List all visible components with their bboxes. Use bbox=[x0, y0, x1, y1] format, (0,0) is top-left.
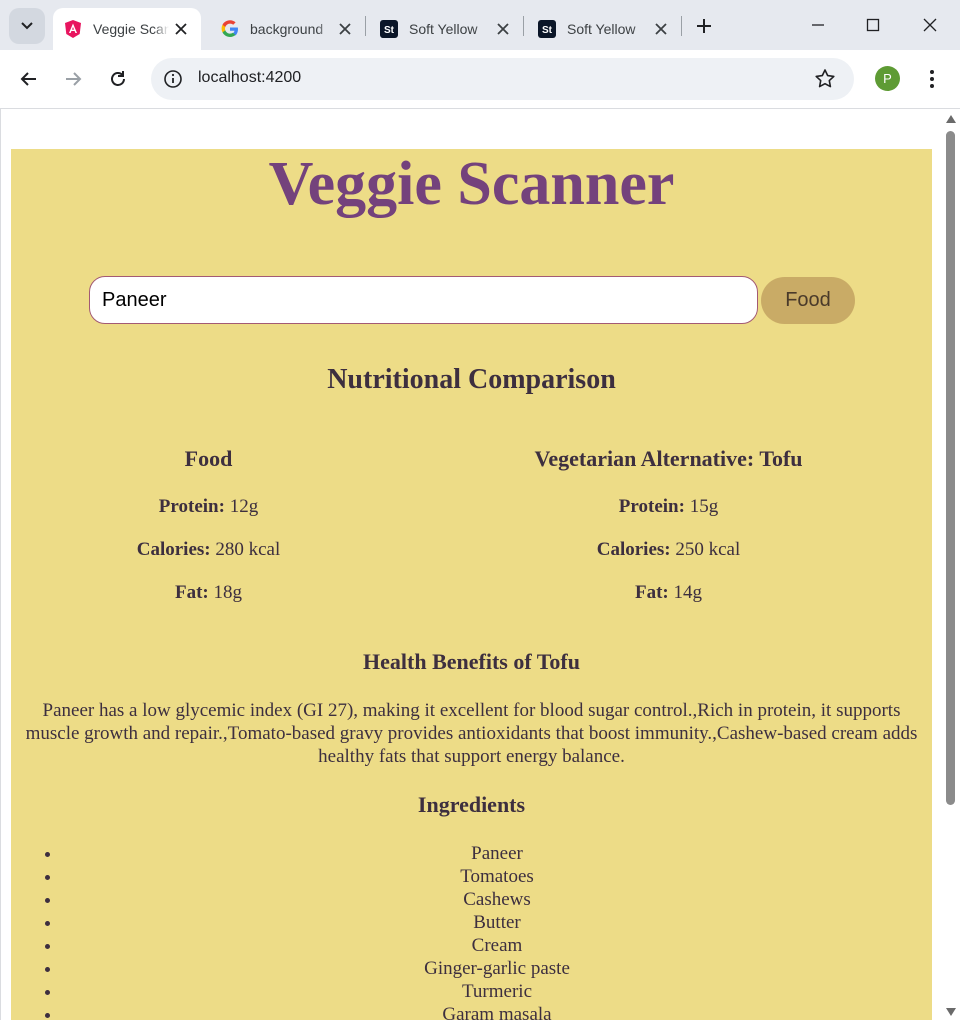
protein-label: Protein: bbox=[158, 496, 225, 517]
calories-label: Calories: bbox=[136, 539, 211, 560]
minimize-button[interactable] bbox=[790, 0, 846, 50]
google-icon bbox=[220, 19, 240, 39]
forward-button[interactable] bbox=[55, 61, 91, 97]
food-column: Food Protein: 12g Calories: 280 kcal Fat… bbox=[11, 446, 406, 606]
tab-title: Soft Yellow bbox=[409, 21, 478, 37]
benefits-text: Paneer has a low glycemic index (GI 27),… bbox=[25, 700, 918, 767]
tab-title: Veggie Scanner bbox=[93, 21, 169, 37]
st-glyph: St bbox=[384, 25, 395, 36]
url-text: localhost:4200 bbox=[198, 69, 302, 86]
plus-icon bbox=[697, 19, 711, 33]
fat-label: Fat: bbox=[174, 582, 209, 603]
tab-title: background bbox=[250, 21, 324, 37]
arrow-left-icon bbox=[20, 72, 36, 86]
fat-value: 18g bbox=[213, 582, 243, 603]
tab-search-button[interactable] bbox=[9, 8, 45, 44]
food-heading: Food bbox=[184, 446, 233, 471]
close-icon bbox=[923, 18, 937, 32]
food-fat: Fat: 18g bbox=[11, 582, 406, 604]
scroll-down-arrow-icon[interactable] bbox=[946, 1008, 956, 1016]
protein-label: Protein: bbox=[618, 496, 685, 517]
list-item: Garam masala bbox=[62, 1003, 932, 1020]
page-viewport: Veggie Scanner Paneer Food Nutritional C… bbox=[0, 109, 942, 1020]
more-vert-icon bbox=[930, 70, 934, 88]
tab-title: Soft Yellow bbox=[567, 21, 636, 37]
back-button[interactable] bbox=[11, 61, 47, 97]
st-icon: St bbox=[379, 19, 399, 39]
tab-soft-yellow-1[interactable]: St Soft Yellow bbox=[369, 8, 523, 50]
close-icon[interactable] bbox=[333, 17, 357, 41]
alternative-column: Vegetarian Alternative: Tofu Protein: 15… bbox=[471, 446, 866, 606]
star-icon[interactable] bbox=[814, 68, 836, 90]
chevron-down-icon bbox=[21, 22, 33, 30]
food-calories: Calories: 280 kcal bbox=[11, 539, 406, 561]
fat-value: 14g bbox=[673, 582, 703, 603]
reload-button[interactable] bbox=[100, 61, 136, 97]
tab-separator bbox=[365, 16, 366, 36]
list-item: Paneer bbox=[62, 842, 932, 865]
food-protein: Protein: 12g bbox=[11, 496, 406, 518]
vertical-scrollbar[interactable] bbox=[942, 109, 960, 1020]
profile-avatar[interactable]: P bbox=[875, 66, 900, 91]
close-icon[interactable] bbox=[491, 17, 515, 41]
calories-value: 280 kcal bbox=[215, 539, 281, 560]
alternative-fat: Fat: 14g bbox=[471, 582, 866, 604]
st-icon: St bbox=[537, 19, 557, 39]
list-item: Tomatoes bbox=[62, 865, 932, 888]
browser-toolbar: localhost:4200 bbox=[0, 50, 960, 109]
maximize-button[interactable] bbox=[845, 0, 901, 50]
protein-value: 12g bbox=[229, 496, 259, 517]
st-glyph: St bbox=[542, 25, 553, 36]
comparison-heading: Nutritional Comparison bbox=[327, 364, 616, 395]
alternative-calories: Calories: 250 kcal bbox=[471, 539, 866, 561]
minimize-icon bbox=[812, 24, 824, 26]
calories-label: Calories: bbox=[596, 539, 671, 560]
tab-veggie-scanner[interactable]: Veggie Scanner bbox=[53, 8, 201, 50]
maximize-icon bbox=[866, 18, 880, 32]
close-icon[interactable] bbox=[649, 17, 673, 41]
ingredients-heading: Ingredients bbox=[417, 792, 526, 817]
close-window-button[interactable] bbox=[902, 0, 958, 50]
tab-separator bbox=[681, 16, 682, 36]
app-card: Veggie Scanner Paneer Food Nutritional C… bbox=[11, 149, 932, 1020]
tab-separator bbox=[523, 16, 524, 36]
arrow-right-icon bbox=[66, 72, 82, 86]
close-icon[interactable] bbox=[169, 17, 193, 41]
scrollbar-thumb[interactable] bbox=[946, 131, 955, 805]
calories-value: 250 kcal bbox=[675, 539, 741, 560]
food-button[interactable]: Food bbox=[761, 277, 855, 324]
reload-icon bbox=[111, 71, 125, 86]
alternative-heading: Vegetarian Alternative: Tofu bbox=[534, 446, 803, 471]
list-item: Cashews bbox=[62, 888, 932, 911]
alternative-protein: Protein: 15g bbox=[471, 496, 866, 518]
tab-soft-yellow-2[interactable]: St Soft Yellow bbox=[527, 8, 681, 50]
list-item: Turmeric bbox=[62, 980, 932, 1003]
fat-label: Fat: bbox=[634, 582, 669, 603]
protein-value: 15g bbox=[689, 496, 719, 517]
list-item: Butter bbox=[62, 911, 932, 934]
info-icon[interactable] bbox=[163, 69, 183, 89]
angular-icon bbox=[63, 19, 83, 39]
address-bar[interactable]: localhost:4200 bbox=[151, 58, 854, 100]
ingredients-list: Paneer Tomatoes Cashews Butter Cream Gin… bbox=[11, 842, 932, 1020]
search-input[interactable]: Paneer bbox=[89, 276, 758, 324]
menu-button[interactable] bbox=[920, 66, 944, 92]
tab-background[interactable]: background bbox=[210, 8, 365, 50]
list-item: Cream bbox=[62, 934, 932, 957]
tab-strip: Veggie Scanner background St Soft Yellow… bbox=[0, 0, 960, 50]
scroll-up-arrow-icon[interactable] bbox=[946, 115, 956, 123]
list-item: Ginger-garlic paste bbox=[62, 957, 932, 980]
benefits-heading: Health Benefits of Tofu bbox=[363, 649, 580, 674]
app-title: Veggie Scanner bbox=[268, 150, 675, 218]
new-tab-button[interactable] bbox=[690, 12, 718, 40]
